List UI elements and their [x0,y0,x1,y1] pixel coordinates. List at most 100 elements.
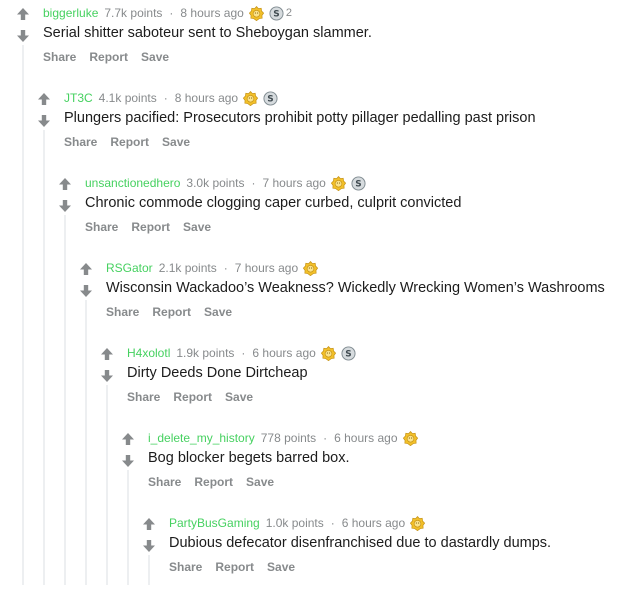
separator-dot: · [223,261,228,275]
comment-meta: PartyBusGaming 1.0k points · 6 hours ago [169,515,427,531]
svg-text:S: S [355,179,361,189]
gold-award-icon[interactable] [303,260,319,276]
comment-body: Plungers pacified: Prosecutors prohibit … [64,110,536,126]
comment-points: 1.9k points [176,346,235,360]
comment-author[interactable]: JT3C [64,91,93,105]
gold-award-icon[interactable] [248,5,264,21]
comment: JT3C 4.1k points · 8 hours ago S Plunger… [0,86,623,171]
share-button[interactable]: Share [43,50,76,64]
comment: biggerluke 7.7k points · 8 hours ago S 2… [0,1,623,86]
save-button[interactable]: Save [141,50,169,64]
separator-dot: · [330,516,335,530]
comment-time[interactable]: 7 hours ago [235,261,298,275]
comment-author[interactable]: biggerluke [43,6,98,20]
share-button[interactable]: Share [106,305,139,319]
share-button[interactable]: Share [169,560,202,574]
svg-text:S: S [345,349,351,359]
comment-actions: Share Report Save [127,390,266,404]
report-button[interactable]: Report [131,220,170,234]
upvote-arrow-icon[interactable] [76,259,96,279]
comment-time[interactable]: 8 hours ago [175,91,238,105]
report-button[interactable]: Report [110,135,149,149]
silver-award-icon[interactable]: S [341,345,356,361]
comment-body: Dubious defecator disenfranchised due to… [169,535,552,551]
comment-time[interactable]: 7 hours ago [262,176,325,190]
comment: PartyBusGaming 1.0k points · 6 hours ago… [0,511,623,596]
report-button[interactable]: Report [152,305,191,319]
comment-actions: Share Report Save [43,50,182,64]
share-button[interactable]: Share [64,135,97,149]
separator-dot: · [169,6,174,20]
save-button[interactable]: Save [246,475,274,489]
comment-time[interactable]: 8 hours ago [180,6,243,20]
downvote-arrow-icon[interactable] [55,196,75,216]
gold-award-icon[interactable] [320,345,336,361]
upvote-arrow-icon[interactable] [118,429,138,449]
comment-body: Bog blocker begets barred box. [148,450,350,466]
comment-points: 3.0k points [186,176,245,190]
downvote-arrow-icon[interactable] [97,366,117,386]
comment-points: 778 points [260,431,317,445]
comment: i_delete_my_history 778 points · 6 hours… [0,426,623,511]
gold-award-icon[interactable] [243,90,259,106]
report-button[interactable]: Report [89,50,128,64]
comment-actions: Share Report Save [169,560,308,574]
gold-award-icon[interactable] [330,175,346,191]
comment-body: Serial shitter saboteur sent to Sheboyga… [43,25,372,41]
comment-points: 4.1k points [98,91,157,105]
comment-meta: RSGator 2.1k points · 7 hours ago [106,260,320,276]
report-button[interactable]: Report [194,475,233,489]
silver-award-icon[interactable]: S [351,175,366,191]
svg-text:S: S [267,94,273,104]
save-button[interactable]: Save [225,390,253,404]
comment-body: Chronic commode clogging caper curbed, c… [85,195,462,211]
save-button[interactable]: Save [183,220,211,234]
upvote-arrow-icon[interactable] [55,174,75,194]
comment-meta: i_delete_my_history 778 points · 6 hours… [148,430,420,446]
comment-author[interactable]: i_delete_my_history [148,431,255,445]
svg-text:S: S [273,9,279,19]
share-button[interactable]: Share [148,475,181,489]
comment-body: Wisconsin Wackadoo’s Weakness? Wickedly … [106,280,605,296]
save-button[interactable]: Save [267,560,295,574]
gold-award-icon[interactable] [410,515,426,531]
comment-author[interactable]: unsanctionedhero [85,176,180,190]
downvote-arrow-icon[interactable] [34,111,54,131]
comment-author[interactable]: PartyBusGaming [169,516,260,530]
comment-time[interactable]: 6 hours ago [252,346,315,360]
downvote-arrow-icon[interactable] [13,26,33,46]
share-button[interactable]: Share [127,390,160,404]
save-button[interactable]: Save [162,135,190,149]
downvote-arrow-icon[interactable] [139,536,159,556]
report-button[interactable]: Report [173,390,212,404]
comment: unsanctionedhero 3.0k points · 7 hours a… [0,171,623,256]
comment-meta: JT3C 4.1k points · 8 hours ago S [64,90,280,106]
comment-points: 1.0k points [265,516,324,530]
downvote-arrow-icon[interactable] [76,281,96,301]
separator-dot: · [323,431,328,445]
comment-actions: Share Report Save [64,135,203,149]
separator-dot: · [163,91,168,105]
comment: RSGator 2.1k points · 7 hours ago Wiscon… [0,256,623,341]
share-button[interactable]: Share [85,220,118,234]
comment-points: 2.1k points [158,261,217,275]
save-button[interactable]: Save [204,305,232,319]
upvote-arrow-icon[interactable] [34,89,54,109]
comment: H4xolotl 1.9k points · 6 hours ago S Dir… [0,341,623,426]
comment-actions: Share Report Save [106,305,245,319]
comment-author[interactable]: H4xolotl [127,346,170,360]
upvote-arrow-icon[interactable] [139,514,159,534]
separator-dot: · [241,346,246,360]
report-button[interactable]: Report [215,560,254,574]
silver-award-icon[interactable]: S [263,90,278,106]
upvote-arrow-icon[interactable] [13,4,33,24]
silver-award-icon[interactable]: S [269,5,284,21]
comment-author[interactable]: RSGator [106,261,153,275]
separator-dot: · [251,176,256,190]
comment-actions: Share Report Save [148,475,287,489]
downvote-arrow-icon[interactable] [118,451,138,471]
comment-time[interactable]: 6 hours ago [342,516,405,530]
upvote-arrow-icon[interactable] [97,344,117,364]
gold-award-icon[interactable] [402,430,418,446]
comment-time[interactable]: 6 hours ago [334,431,397,445]
